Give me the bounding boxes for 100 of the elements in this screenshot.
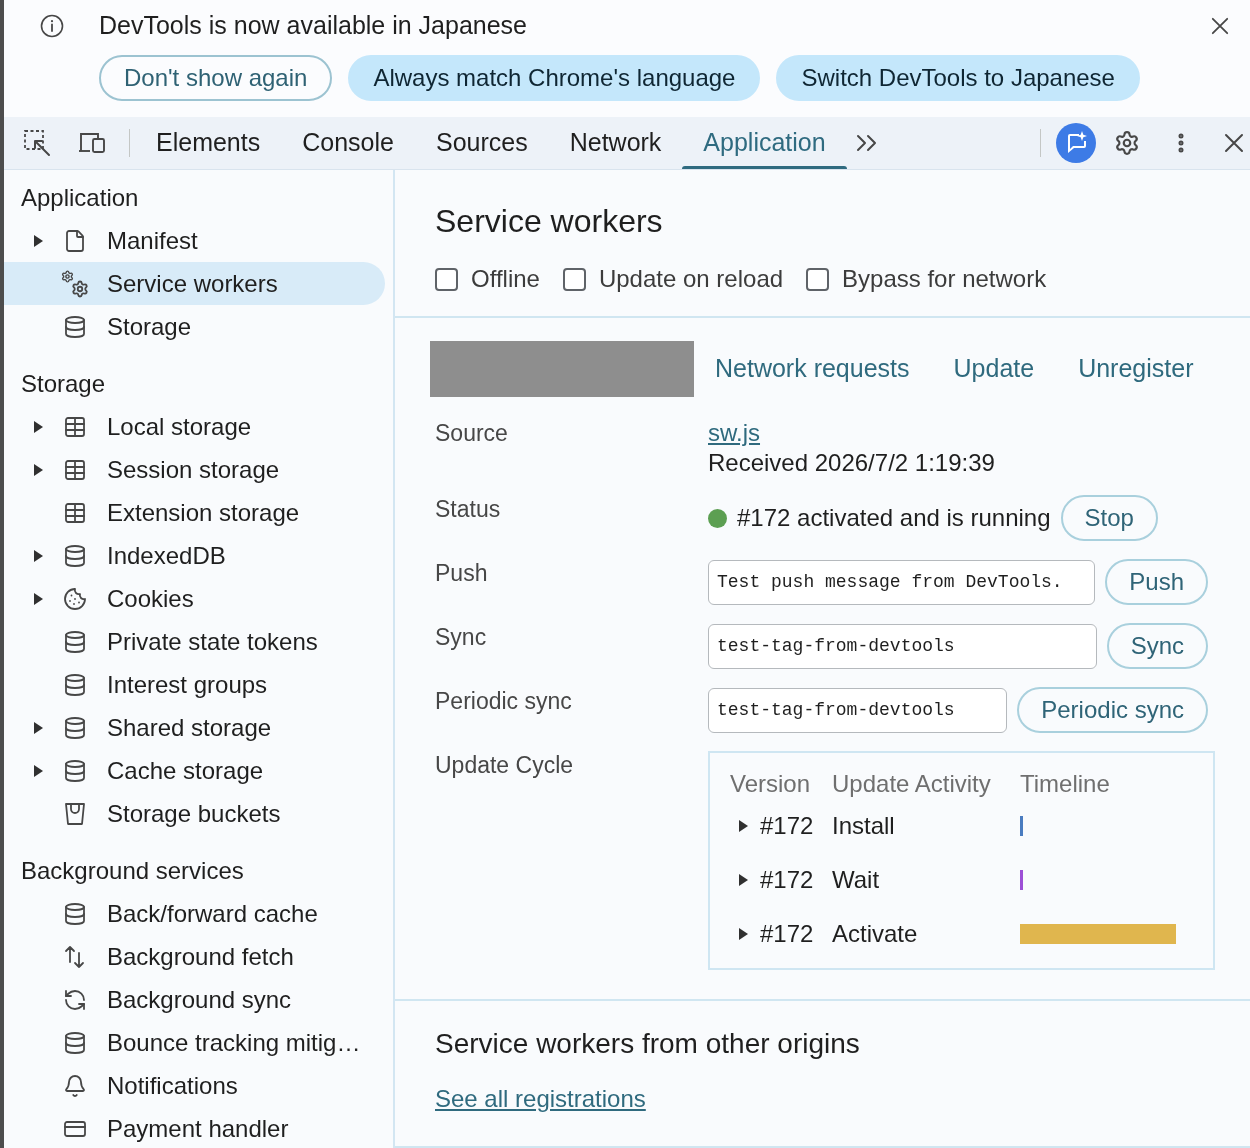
tab[interactable]: Application	[682, 117, 847, 169]
sidebar-item[interactable]: Interest groups	[4, 663, 385, 706]
table-cell-text: #172	[760, 811, 814, 841]
sidebar-item[interactable]: Back/forward cache	[4, 892, 385, 935]
sidebar-item[interactable]: Local storage	[4, 405, 385, 448]
table-cell-text: #172	[760, 865, 814, 895]
settings-icon[interactable]	[1114, 130, 1140, 156]
up-down-arrows-icon	[63, 944, 87, 969]
source-link[interactable]: sw.js	[708, 419, 760, 447]
checkbox-label: Bypass for network	[842, 264, 1047, 294]
input-field[interactable]: test-tag-from-devtools	[708, 623, 1097, 669]
trigger-button[interactable]: Periodic sync	[1017, 687, 1208, 733]
sync-icon	[63, 987, 87, 1012]
sidebar-item[interactable]: Shared storage	[4, 706, 385, 749]
column-header: Update Activity	[832, 769, 992, 799]
sidebar-item[interactable]: Private state tokens	[4, 620, 385, 663]
expand-arrow-icon[interactable]	[738, 928, 748, 940]
database-icon	[63, 715, 87, 740]
sidebar-item[interactable]: Notifications	[4, 1064, 385, 1107]
panel-title: Service workers	[435, 203, 664, 239]
checkbox[interactable]	[806, 267, 830, 291]
sidebar-item[interactable]: IndexedDB	[4, 534, 385, 577]
checkbox-label: Offline	[471, 264, 540, 294]
table-icon	[63, 457, 87, 482]
table-icon	[63, 500, 87, 525]
column-header: Version	[730, 769, 812, 799]
database-icon	[63, 1030, 87, 1055]
section-title: Service workers from other origins	[435, 1028, 861, 1060]
checkbox[interactable]	[562, 267, 586, 291]
expand-arrow-icon[interactable]	[33, 592, 43, 605]
action-link[interactable]: Network requests	[715, 350, 910, 388]
trigger-button[interactable]: Push	[1105, 559, 1208, 605]
tab[interactable]: Network	[548, 117, 683, 169]
sidebar-section-title: Background services	[21, 855, 244, 886]
document-icon	[63, 228, 87, 253]
checkbox[interactable]	[435, 267, 458, 291]
expand-arrow-icon[interactable]	[33, 463, 43, 476]
expand-arrow-icon[interactable]	[33, 234, 43, 247]
infobar-button[interactable]: Always match Chrome's language	[348, 55, 761, 101]
infobar-button[interactable]: Switch DevTools to Japanese	[776, 55, 1140, 101]
input-field[interactable]: Test push message from DevTools.	[708, 559, 1096, 605]
sidebar-section-title: Application	[21, 182, 139, 213]
sidebar-item[interactable]: Cookies	[4, 577, 385, 620]
field-label: Sync	[435, 623, 488, 651]
sidebar-section-title: Storage	[21, 368, 106, 399]
tab[interactable]: Sources	[414, 117, 549, 169]
inspect-icon[interactable]	[23, 129, 51, 157]
sidebar-item[interactable]: Service workers	[4, 262, 385, 305]
bell-icon	[63, 1073, 87, 1098]
infobar-button[interactable]: Don't show again	[99, 55, 333, 101]
database-icon	[63, 629, 87, 654]
expand-arrow-icon[interactable]	[33, 549, 43, 562]
field-label: Status	[435, 495, 502, 523]
sidebar-item[interactable]: Storage	[4, 305, 385, 348]
database-icon	[63, 672, 87, 697]
expand-arrow-icon[interactable]	[33, 721, 43, 734]
stop-button[interactable]: Stop	[1060, 495, 1158, 541]
field-label: Push	[435, 559, 489, 587]
close-icon[interactable]	[1211, 17, 1229, 35]
status-text: #172 activated and is running	[737, 503, 1051, 533]
sidebar-item[interactable]: Bounce tracking mitig…	[4, 1021, 385, 1064]
input-field[interactable]: test-tag-from-devtools	[708, 687, 1008, 733]
database-icon	[63, 758, 87, 783]
registrations-link[interactable]: See all registrations	[435, 1085, 646, 1113]
tab[interactable]: Elements	[135, 117, 282, 169]
database-icon	[63, 314, 87, 339]
field-label: Update Cycle	[435, 751, 575, 779]
table-cell-text: #172	[760, 919, 814, 949]
expand-arrow-icon[interactable]	[33, 420, 43, 433]
sidebar-item[interactable]: Extension storage	[4, 491, 385, 534]
sidebar-item[interactable]: Background fetch	[4, 935, 385, 978]
sidebar-item[interactable]: Storage buckets	[4, 792, 385, 835]
expand-arrow-icon[interactable]	[738, 820, 748, 832]
sidebar-item[interactable]: Background sync	[4, 978, 385, 1021]
table-cell-text: Wait	[832, 865, 881, 895]
bucket-icon	[63, 801, 87, 826]
received-time: Received 2026/7/2 1:19:39	[708, 449, 995, 477]
device-icon[interactable]	[78, 131, 106, 155]
table-icon	[63, 414, 87, 439]
info-icon	[40, 14, 64, 38]
action-link[interactable]: Update	[953, 350, 1035, 388]
trigger-button[interactable]: Sync	[1106, 623, 1208, 669]
close-icon[interactable]	[1224, 133, 1244, 153]
field-label: Source	[435, 419, 509, 447]
infobar-message: DevTools is now available in Japanese	[99, 10, 528, 42]
sidebar-item[interactable]: Payment handler	[4, 1107, 385, 1148]
gears-icon	[61, 269, 89, 298]
expand-arrow-icon[interactable]	[738, 874, 748, 886]
sidebar-item[interactable]: Manifest	[4, 219, 385, 262]
database-icon	[63, 543, 87, 568]
more-tabs-icon[interactable]	[854, 133, 879, 153]
table-cell-text: Install	[832, 811, 896, 841]
sidebar-item[interactable]: Cache storage	[4, 749, 385, 792]
tab[interactable]: Console	[281, 117, 415, 169]
sidebar-item[interactable]: Session storage	[4, 448, 385, 491]
field-label: Periodic sync	[435, 687, 573, 715]
expand-arrow-icon[interactable]	[33, 764, 43, 777]
chat-sparkle-icon[interactable]	[1056, 123, 1096, 163]
checkbox-label: Update on reload	[598, 264, 784, 294]
action-link[interactable]: Unregister	[1078, 350, 1194, 388]
